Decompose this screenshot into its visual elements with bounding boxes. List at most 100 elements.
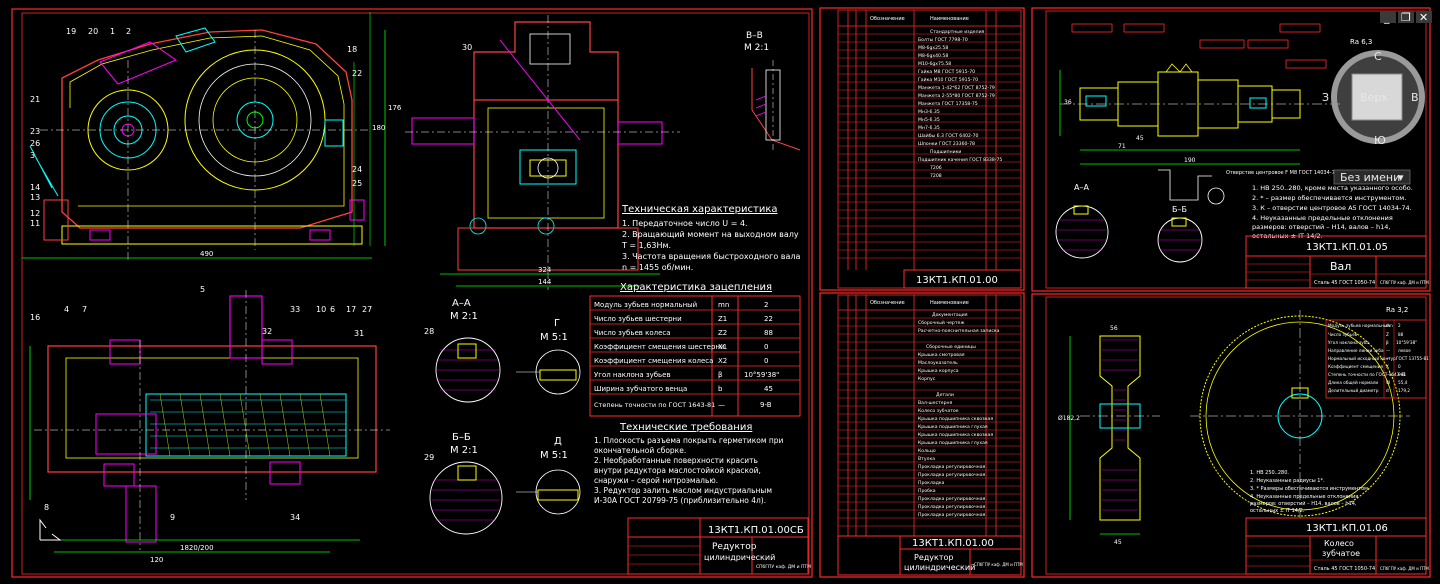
- shaft-drawing-code: 13КТ1.КП.01.05: [1306, 242, 1388, 253]
- callout: 3: [30, 151, 35, 160]
- close-button[interactable]: ✕: [1419, 11, 1428, 24]
- callout: 27: [362, 305, 372, 314]
- gear-param-val: 2: [1398, 323, 1401, 328]
- spec-item: 3. Частота вращения быстроходного вала: [622, 252, 800, 261]
- gear-param-sym: —: [1386, 372, 1390, 377]
- dim: 45: [1136, 135, 1144, 142]
- spec-row: Крышка подшипника сквозная: [918, 416, 993, 422]
- gear-row-val: 10°59'38": [744, 371, 779, 379]
- gear-param-sym: mn: [1386, 323, 1393, 328]
- viewcube-north[interactable]: С: [1374, 50, 1382, 63]
- gear-row-name: Степень точности по ГОСТ 1643-81: [594, 401, 715, 409]
- gear-row-sym: X2: [718, 357, 727, 365]
- cad-drawing-canvas[interactable]: В–В М 2:1 Техническая характеристика 1. …: [0, 0, 1440, 584]
- shaft-section-bb: Б–Б: [1172, 205, 1187, 214]
- spec-row: Болты ГОСТ 7798-70: [918, 37, 968, 43]
- callout: 23: [30, 127, 40, 136]
- gear-note: размеров: отверстий – Н14, валов – h14,: [1250, 500, 1357, 507]
- viewcube-west[interactable]: З: [1322, 91, 1329, 104]
- spec-row: Подшипник качения ГОСТ 8338-75: [918, 157, 1002, 163]
- spec-name-2: цилиндрический: [904, 563, 975, 572]
- gear-row-name: Коэффициент смещения шестерни: [594, 343, 725, 351]
- gear-row-name: Ширина зубчатого венца: [594, 385, 687, 393]
- shaft-org: СПбГПУ каф. ДМ и ПТМ: [1380, 280, 1429, 285]
- gear-row-name: Коэффициент смещения колеса: [594, 357, 713, 365]
- spec-row: Прокладка регулировочная: [918, 464, 986, 470]
- dim: Ø182,2: [1058, 415, 1080, 422]
- gear-name-2: зубчатое: [1322, 549, 1360, 558]
- gear-note: 2. Неуказанные радиусы 1*.: [1250, 478, 1325, 484]
- gear-param-sym: Z: [1386, 332, 1389, 337]
- shaft-material: Сталь 45 ГОСТ 1050-74: [1314, 280, 1375, 286]
- spec-row: Прокладка регулировочная: [918, 472, 986, 478]
- section-vv-scale: М 2:1: [744, 43, 769, 53]
- callout: 14: [30, 183, 40, 192]
- gear-note: остальных ± IT 14/2.: [1250, 508, 1305, 514]
- spec-row: Манжета 2-55*80 ГОСТ 8752-79: [918, 93, 995, 99]
- section-bb-scale: М 2:1: [450, 445, 478, 456]
- callout: 6: [330, 305, 335, 314]
- spec-row: Манжета 1-42*62 ГОСТ 8752-79: [918, 85, 995, 91]
- viewcube-top-face[interactable]: Верх: [1360, 91, 1388, 104]
- callout: 34: [290, 513, 300, 522]
- spec-row: Крышка подшипника сквозная: [918, 432, 993, 438]
- shaft-note: 4. Неуказанные предельные отклонения: [1252, 214, 1393, 222]
- callout: 1: [110, 27, 115, 36]
- spec-row: Мн5-6.35: [918, 117, 940, 123]
- gear-row-sym: —: [718, 401, 725, 409]
- spec-row: Колесо зубчатое: [918, 408, 959, 414]
- spec-item: 2. Вращающий момент на выходном валу: [622, 230, 799, 239]
- callout: 25: [352, 179, 362, 188]
- callout: 13: [30, 193, 40, 202]
- gear-param-val: 179,2: [1398, 388, 1410, 393]
- spec-row: Прокладка регулировочная: [918, 496, 986, 502]
- gear-param-name: Делительный диаметр: [1328, 388, 1379, 393]
- gear-param-name: Длина общей нормали: [1328, 380, 1378, 385]
- gear-param-name: Коэффициент смещения: [1328, 364, 1383, 369]
- gear-note: 3. * Размеры обеспечиваются инструментом…: [1250, 486, 1370, 492]
- restore-button[interactable]: ❐: [1401, 11, 1411, 24]
- callout: 18: [347, 45, 357, 54]
- spec-row: М8-6gx25.58: [918, 45, 948, 51]
- gear-param-sym: d: [1386, 388, 1389, 393]
- gear-param-val: 88: [1398, 332, 1404, 337]
- shaft-section-aa: А–А: [1074, 183, 1089, 192]
- gear-param-sym: β: [1386, 340, 1389, 345]
- dim: 1820/200: [180, 544, 214, 552]
- gear-param-sym: —: [1386, 356, 1390, 361]
- callout: 21: [30, 95, 40, 104]
- viewcube-south[interactable]: Ю: [1374, 134, 1386, 147]
- gear-param-name: Угол наклона зуба: [1328, 340, 1369, 345]
- gear-note: 4. Неуказанные предельные отклонения: [1250, 494, 1358, 500]
- wcs-dropdown-label[interactable]: Без имени: [1340, 171, 1400, 184]
- spec-row: Детали: [936, 392, 954, 398]
- gear-param-val: левое: [1398, 348, 1411, 353]
- shaft-note: размеров: отверстий – Н14, валов – h14,: [1252, 223, 1390, 231]
- spec-org: СПбГПУ каф. ДМ и ПТМ: [974, 562, 1023, 567]
- gear-row-val: 0: [764, 343, 768, 351]
- section-aa-label: А–А: [452, 298, 471, 309]
- gear-param-val: 10°59'38": [1396, 340, 1417, 345]
- callout: 5: [200, 285, 205, 294]
- drawing-code: 13КТ1.КП.01.00СБ: [708, 525, 804, 536]
- minimize-button[interactable]: _: [1383, 11, 1390, 24]
- req-item: И-30А ГОСТ 20799-75 (приблизительно 4л).: [594, 496, 766, 505]
- detail-g-label: Г: [554, 318, 560, 329]
- dim: 190: [1184, 157, 1196, 164]
- req-item: окончательной сборке.: [594, 446, 686, 455]
- wcs-dropdown[interactable]: Без имени ▾: [1333, 169, 1411, 185]
- gear-row-val: 45: [764, 385, 773, 393]
- callout: 11: [30, 219, 40, 228]
- callout: 31: [354, 329, 364, 338]
- spec-row: Документация: [932, 312, 968, 318]
- callout: 29: [424, 453, 434, 462]
- callout: 30: [462, 43, 472, 52]
- viewcube-east[interactable]: В: [1411, 91, 1419, 104]
- spec-row: Крышка подшипника глухая: [918, 440, 988, 446]
- spec-row: Шпонки ГОСТ 23360-78: [918, 141, 975, 147]
- spec-row: Вал-шестерня: [918, 400, 953, 406]
- gear-row-val: 22: [764, 315, 773, 323]
- spec-code-bottom: 13КТ1.КП.01.00: [912, 538, 994, 549]
- callout: 26: [30, 139, 40, 148]
- req-item: 2. Необработанные поверхности красить: [594, 456, 758, 465]
